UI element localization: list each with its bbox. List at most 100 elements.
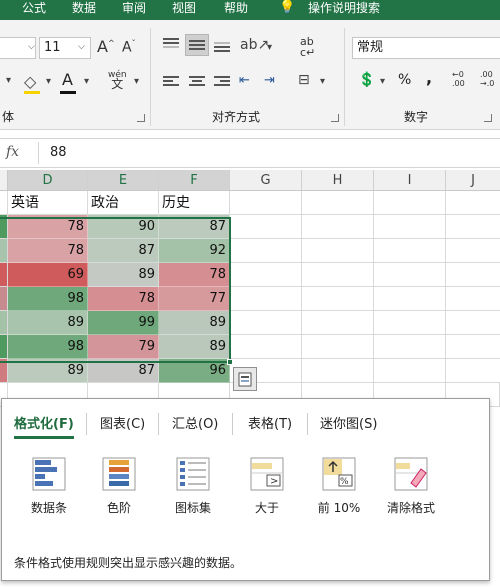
empty-cell[interactable] — [230, 263, 302, 287]
chevron-down-icon[interactable]: ▾ — [380, 76, 385, 87]
empty-cell[interactable] — [302, 191, 374, 215]
empty-cell[interactable] — [446, 215, 500, 239]
empty-cell[interactable] — [374, 239, 446, 263]
score-cell[interactable]: 87 — [88, 359, 159, 383]
header-cell-e[interactable]: 政治 — [88, 191, 159, 215]
empty-cell[interactable] — [446, 359, 500, 383]
number-format-box[interactable]: 常规 — [352, 37, 500, 59]
empty-cell[interactable] — [230, 311, 302, 335]
empty-cell[interactable] — [446, 191, 500, 215]
column-header-f[interactable]: F — [159, 170, 230, 191]
column-header-h[interactable]: H — [302, 170, 374, 191]
option-clear-format[interactable]: 清除格式 — [376, 457, 446, 516]
empty-cell[interactable] — [446, 287, 500, 311]
empty-cell[interactable] — [230, 287, 302, 311]
score-cell[interactable]: 78 — [8, 239, 88, 263]
fill-handle[interactable] — [227, 359, 233, 365]
chevron-down-icon[interactable]: ▾ — [267, 42, 272, 53]
cell-c[interactable] — [0, 287, 8, 311]
score-cell[interactable]: 79 — [88, 335, 159, 359]
score-cell[interactable]: 87 — [159, 215, 230, 239]
score-cell[interactable]: 78 — [159, 263, 230, 287]
comma-style-button[interactable]: , — [426, 68, 432, 87]
tab-sparklines[interactable]: 迷你图(S) — [320, 413, 377, 432]
empty-cell[interactable] — [302, 215, 374, 239]
tab-help[interactable]: 帮助 — [224, 0, 248, 16]
header-cell-d[interactable]: 英语 — [8, 191, 88, 215]
chevron-down-icon[interactable]: ▾ — [6, 75, 11, 86]
increase-indent-icon[interactable]: ⇥ — [264, 73, 275, 88]
tab-review[interactable]: 审阅 — [122, 0, 146, 16]
chevron-down-icon[interactable]: ▾ — [84, 76, 89, 87]
empty-cell[interactable] — [446, 239, 500, 263]
empty-cell[interactable] — [374, 359, 446, 383]
cell-c[interactable] — [0, 311, 8, 335]
decrease-font-icon[interactable]: Aˇ — [122, 39, 136, 56]
score-cell[interactable]: 99 — [88, 311, 159, 335]
chevron-down-icon[interactable]: ▾ — [134, 76, 139, 87]
empty-cell[interactable] — [302, 239, 374, 263]
tell-me-search[interactable]: 操作说明搜索 — [308, 0, 380, 16]
empty-cell[interactable] — [374, 215, 446, 239]
tab-data[interactable]: 数据 — [72, 0, 96, 16]
formula-input[interactable]: 88 — [50, 145, 67, 160]
tab-tables[interactable]: 表格(T) — [248, 413, 292, 432]
option-top-10[interactable]: % 前 10% — [304, 457, 374, 516]
empty-cell[interactable] — [302, 287, 374, 311]
decrease-decimal-icon[interactable]: .00 →.0 — [480, 70, 494, 88]
align-center-icon[interactable] — [189, 76, 205, 88]
empty-cell[interactable] — [302, 311, 374, 335]
empty-cell[interactable] — [374, 287, 446, 311]
quick-analysis-button[interactable] — [233, 367, 257, 391]
alignment-dialog-launcher-icon[interactable] — [331, 114, 339, 122]
insert-function-button[interactable]: fx — [6, 144, 19, 160]
tab-formatting[interactable]: 格式化(F) — [14, 413, 74, 439]
score-cell[interactable]: 96 — [159, 359, 230, 383]
empty-cell[interactable] — [230, 215, 302, 239]
empty-cell[interactable] — [230, 239, 302, 263]
chevron-down-icon[interactable]: ⌵ — [28, 42, 35, 52]
empty-cell[interactable] — [374, 191, 446, 215]
score-cell[interactable]: 90 — [88, 215, 159, 239]
column-header-d[interactable]: D — [8, 170, 88, 191]
score-cell[interactable]: 87 — [88, 239, 159, 263]
cell-c[interactable] — [0, 239, 8, 263]
cell-c[interactable] — [0, 215, 8, 239]
increase-font-icon[interactable]: A^ — [97, 37, 115, 56]
column-header-g[interactable]: G — [230, 170, 302, 191]
option-greater-than[interactable]: > 大于 — [232, 457, 302, 516]
merge-center-icon[interactable]: ⊟ — [298, 72, 310, 88]
empty-cell[interactable] — [230, 335, 302, 359]
font-dialog-launcher-icon[interactable] — [137, 114, 145, 122]
score-cell[interactable]: 77 — [159, 287, 230, 311]
score-cell[interactable]: 89 — [159, 311, 230, 335]
font-color-icon[interactable]: A — [62, 70, 73, 89]
align-top-icon[interactable] — [163, 38, 179, 50]
number-dialog-launcher-icon[interactable] — [484, 114, 492, 122]
score-cell[interactable]: 89 — [8, 359, 88, 383]
tab-formulas[interactable]: 公式 — [22, 0, 46, 16]
column-header-j[interactable]: J — [446, 170, 500, 191]
score-cell[interactable]: 89 — [88, 263, 159, 287]
cell-c[interactable] — [0, 263, 8, 287]
column-header-c[interactable] — [0, 170, 8, 191]
empty-cell[interactable] — [446, 335, 500, 359]
chevron-down-icon[interactable]: ⌵ — [78, 42, 85, 52]
score-cell[interactable]: 98 — [8, 335, 88, 359]
increase-decimal-icon[interactable]: ←0.00 — [452, 70, 465, 88]
empty-cell[interactable] — [230, 191, 302, 215]
tab-view[interactable]: 视图 — [172, 0, 196, 16]
empty-cell[interactable] — [302, 335, 374, 359]
score-cell[interactable]: 98 — [8, 287, 88, 311]
empty-cell[interactable] — [446, 311, 500, 335]
score-cell[interactable]: 69 — [8, 263, 88, 287]
decrease-indent-icon[interactable]: ⇤ — [239, 73, 250, 88]
empty-cell[interactable] — [446, 263, 500, 287]
header-cell-f[interactable]: 历史 — [159, 191, 230, 215]
percent-style-button[interactable]: % — [398, 72, 411, 88]
option-data-bars[interactable]: 数据条 — [14, 457, 84, 516]
column-header-e[interactable]: E — [88, 170, 159, 191]
column-header-i[interactable]: I — [374, 170, 446, 191]
cell-c[interactable] — [0, 191, 8, 215]
score-cell[interactable]: 89 — [8, 311, 88, 335]
